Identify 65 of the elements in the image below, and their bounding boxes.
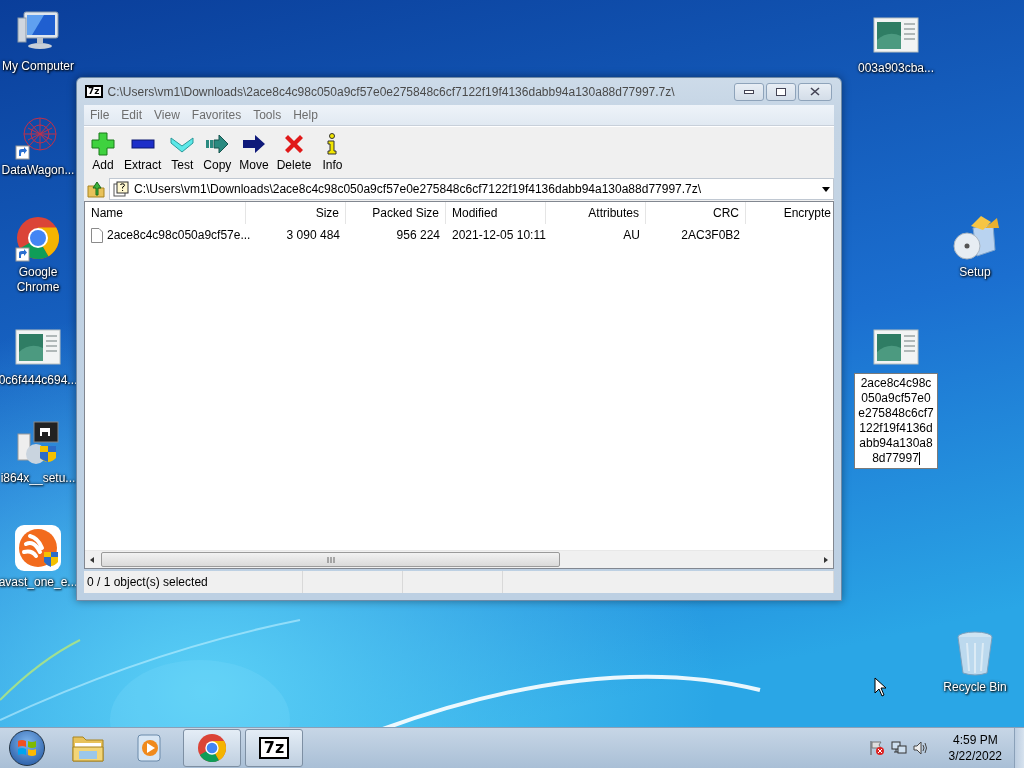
clock[interactable]: 4:59 PM 3/22/2022: [948, 732, 1002, 764]
taskbar-button[interactable]: 7z: [245, 729, 303, 767]
grip-icon: [326, 556, 335, 563]
icon-label: avast_one_e...: [0, 575, 78, 590]
column-header[interactable]: Name: [85, 202, 246, 224]
minimize-icon: [744, 89, 754, 94]
menu-item[interactable]: View: [148, 108, 186, 122]
window-title: C:\Users\vm1\Downloads\2ace8c4c98c050a9cf57e0e275848c6cf7122f19f4136dabb94a130a88d77997.7z\: [107, 84, 676, 99]
archive-file-icon: [113, 181, 129, 197]
column-header[interactable]: Encrypte: [746, 202, 833, 224]
menu-item[interactable]: File: [84, 108, 116, 122]
horizontal-scrollbar[interactable]: [85, 550, 833, 568]
toolbar-button[interactable]: Copy: [199, 132, 236, 172]
icon-label: i864x__setu...: [0, 471, 76, 486]
start-logo-icon: [17, 738, 37, 758]
toolbar-button[interactable]: Delete: [272, 132, 316, 172]
toolbar-button[interactable]: Move: [235, 132, 273, 172]
flag-icon[interactable]: [868, 740, 885, 756]
column-header[interactable]: Attributes: [546, 202, 646, 224]
address-field[interactable]: C:\Users\vm1\Downloads\2ace8c4c98c050a9cf57e0e275848c6cf7122f19f4136dabb94a130a88d77997.7z\: [109, 178, 834, 200]
column-header[interactable]: CRC: [646, 202, 746, 224]
file-icon: [91, 227, 103, 243]
app-logo: 7z: [85, 85, 103, 98]
menu-item[interactable]: Favorites: [185, 108, 248, 122]
table-cell-text: 2021-12-05 10:11: [451, 227, 546, 244]
sevenzip-logo: 7z: [258, 737, 290, 759]
icon-label: Recycle Bin: [943, 680, 1007, 695]
table-cell-text: AU: [622, 227, 641, 244]
column-header[interactable]: Packed Size: [346, 202, 446, 224]
status-text: 0 / 1 object(s) selected: [87, 575, 208, 589]
chrome-icon: [196, 732, 228, 764]
menu-item[interactable]: Help: [287, 108, 324, 122]
maximize-button[interactable]: [766, 82, 796, 101]
maximize-icon: [776, 87, 786, 96]
up-folder-icon[interactable]: [87, 180, 105, 198]
dropdown-caret-icon[interactable]: [822, 186, 830, 192]
icon-label: Google Chrome: [15, 265, 61, 295]
close-button[interactable]: [798, 82, 832, 101]
folder-icon: [71, 733, 105, 763]
toolbar-button[interactable]: Extract: [120, 132, 166, 172]
toolbar-button[interactable]: Info: [315, 132, 350, 172]
table-cell-text: 956 224: [395, 227, 441, 244]
toolbar-button[interactable]: Test: [165, 132, 200, 172]
close-icon: [810, 87, 820, 96]
table-cell-text: 2AC3F0B2: [680, 227, 741, 244]
minimize-button[interactable]: [734, 82, 764, 101]
toolbar-button[interactable]: Add: [86, 132, 120, 172]
icon-label: My Computer: [2, 59, 74, 74]
network-icon[interactable]: [890, 740, 907, 756]
icon-label: DataWagon...: [1, 163, 75, 178]
move-icon: [242, 132, 267, 156]
icon-label: Setup: [959, 265, 991, 280]
menu-item[interactable]: Edit: [115, 108, 149, 122]
mouse-pointer-icon: [874, 677, 888, 697]
start-button[interactable]: [9, 730, 45, 766]
taskbar-button[interactable]: [183, 729, 241, 767]
media-player-icon: [136, 733, 164, 763]
volume-icon[interactable]: [912, 740, 929, 756]
add-icon: [91, 132, 115, 156]
rename-field[interactable]: 2ace8c4c98c050a9cf57e0e275848c6cf7122f19f4136dabb94a130a88d77997: [854, 373, 938, 469]
menu-item[interactable]: Tools: [247, 108, 288, 122]
copy-icon: [205, 132, 230, 156]
column-header[interactable]: Size: [246, 202, 346, 224]
icon-label: 003a903cba...: [857, 61, 935, 76]
column-header[interactable]: Modified: [446, 202, 546, 224]
